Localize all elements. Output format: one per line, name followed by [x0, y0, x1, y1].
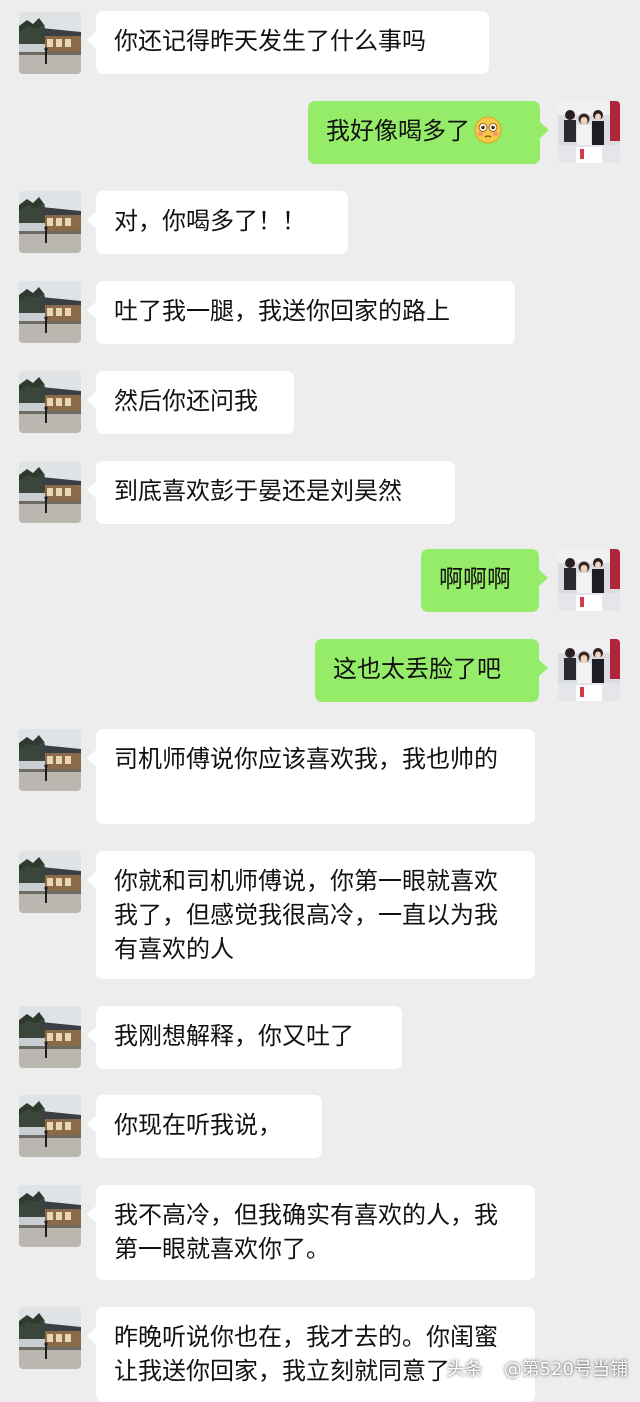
at-logo-icon — [485, 1362, 500, 1378]
incoming-message-bubble[interactable]: 司机师傅说你应该喜欢我，我也帅的 — [87, 729, 535, 824]
contact-avatar-icon[interactable] — [19, 191, 81, 253]
contact-avatar-icon[interactable] — [19, 461, 81, 523]
house-landscape-avatar-icon — [19, 1185, 81, 1247]
incoming-message-bubble[interactable]: 到底喜欢彭于晏还是刘昊然 — [87, 461, 455, 524]
house-landscape-avatar-icon — [19, 1006, 81, 1068]
contact-avatar-icon[interactable] — [19, 12, 81, 74]
incoming-message-bubble[interactable]: 吐了我一腿，我送你回家的路上 — [87, 281, 515, 344]
message-text: 到底喜欢彭于晏还是刘昊然 — [114, 477, 402, 505]
contact-avatar-icon[interactable] — [19, 729, 81, 791]
watermark-text: @第520号当铺 — [503, 1359, 628, 1380]
message-text: 司机师傅说你应该喜欢我，我也帅的 — [114, 745, 498, 773]
incoming-message-bubble[interactable]: 我不高冷，但我确实有喜欢的人，我第一眼就喜欢你了。 — [87, 1185, 535, 1280]
contact-avatar-icon[interactable] — [19, 281, 81, 343]
message-text: 这也太丢脸了吧 — [333, 655, 501, 683]
message-text: 你现在听我说， — [114, 1111, 282, 1139]
incoming-message-bubble[interactable]: 你现在听我说， — [87, 1095, 322, 1158]
message-text: 昨晚听说你也在，我才去的。你闺蜜让我送你回家，我立刻就同意了 — [114, 1323, 498, 1385]
message-text: 我好像喝多了 — [326, 117, 470, 145]
message-text: 我刚想解释，你又吐了 — [114, 1022, 354, 1050]
contact-avatar-icon[interactable] — [19, 1307, 81, 1369]
house-landscape-avatar-icon — [19, 371, 81, 433]
outgoing-message-bubble[interactable]: 这也太丢脸了吧 — [315, 639, 548, 702]
incoming-message-bubble[interactable]: 你就和司机师傅说，你第一眼就喜欢我了，但感觉我很高冷，一直以为我有喜欢的人 — [87, 851, 535, 979]
watermark: 头条 @第520号当铺 — [447, 1355, 628, 1385]
group-photo-avatar-icon — [558, 549, 620, 611]
house-landscape-avatar-icon — [19, 12, 81, 74]
group-photo-avatar-icon — [558, 639, 620, 701]
message-text: 你还记得昨天发生了什么事吗 — [114, 27, 426, 55]
watermark-prefix: 头条 — [446, 1359, 483, 1380]
my-avatar-icon[interactable] — [558, 639, 620, 701]
outgoing-message-bubble[interactable]: 啊啊啊 — [421, 549, 548, 612]
house-landscape-avatar-icon — [19, 851, 81, 913]
incoming-message-bubble[interactable]: 对，你喝多了！！ — [87, 191, 348, 254]
my-avatar-icon[interactable] — [558, 549, 620, 611]
house-landscape-avatar-icon — [19, 191, 81, 253]
incoming-message-bubble[interactable]: 然后你还问我 — [87, 371, 294, 434]
message-text: 啊啊啊 — [439, 565, 511, 593]
house-landscape-avatar-icon — [19, 1095, 81, 1157]
incoming-message-bubble[interactable]: 你还记得昨天发生了什么事吗 — [87, 11, 489, 74]
contact-avatar-icon[interactable] — [19, 371, 81, 433]
house-landscape-avatar-icon — [19, 1307, 81, 1369]
message-text: 你就和司机师傅说，你第一眼就喜欢我了，但感觉我很高冷，一直以为我有喜欢的人 — [114, 867, 498, 963]
house-landscape-avatar-icon — [19, 281, 81, 343]
house-landscape-avatar-icon — [19, 461, 81, 523]
group-photo-avatar-icon — [558, 101, 620, 163]
contact-avatar-icon[interactable] — [19, 851, 81, 913]
message-text: 然后你还问我 — [114, 387, 258, 415]
contact-avatar-icon[interactable] — [19, 1095, 81, 1157]
my-avatar-icon[interactable] — [558, 101, 620, 163]
message-text: 对，你喝多了！！ — [114, 207, 306, 235]
house-landscape-avatar-icon — [19, 729, 81, 791]
contact-avatar-icon[interactable] — [19, 1006, 81, 1068]
contact-avatar-icon[interactable] — [19, 1185, 81, 1247]
outgoing-message-bubble[interactable]: 我好像喝多了 — [308, 101, 549, 164]
message-text: 吐了我一腿，我送你回家的路上 — [114, 297, 450, 325]
incoming-message-bubble[interactable]: 我刚想解释，你又吐了 — [87, 1006, 402, 1069]
flushed-face-icon — [474, 116, 502, 144]
message-text: 我不高冷，但我确实有喜欢的人，我第一眼就喜欢你了。 — [114, 1201, 498, 1263]
